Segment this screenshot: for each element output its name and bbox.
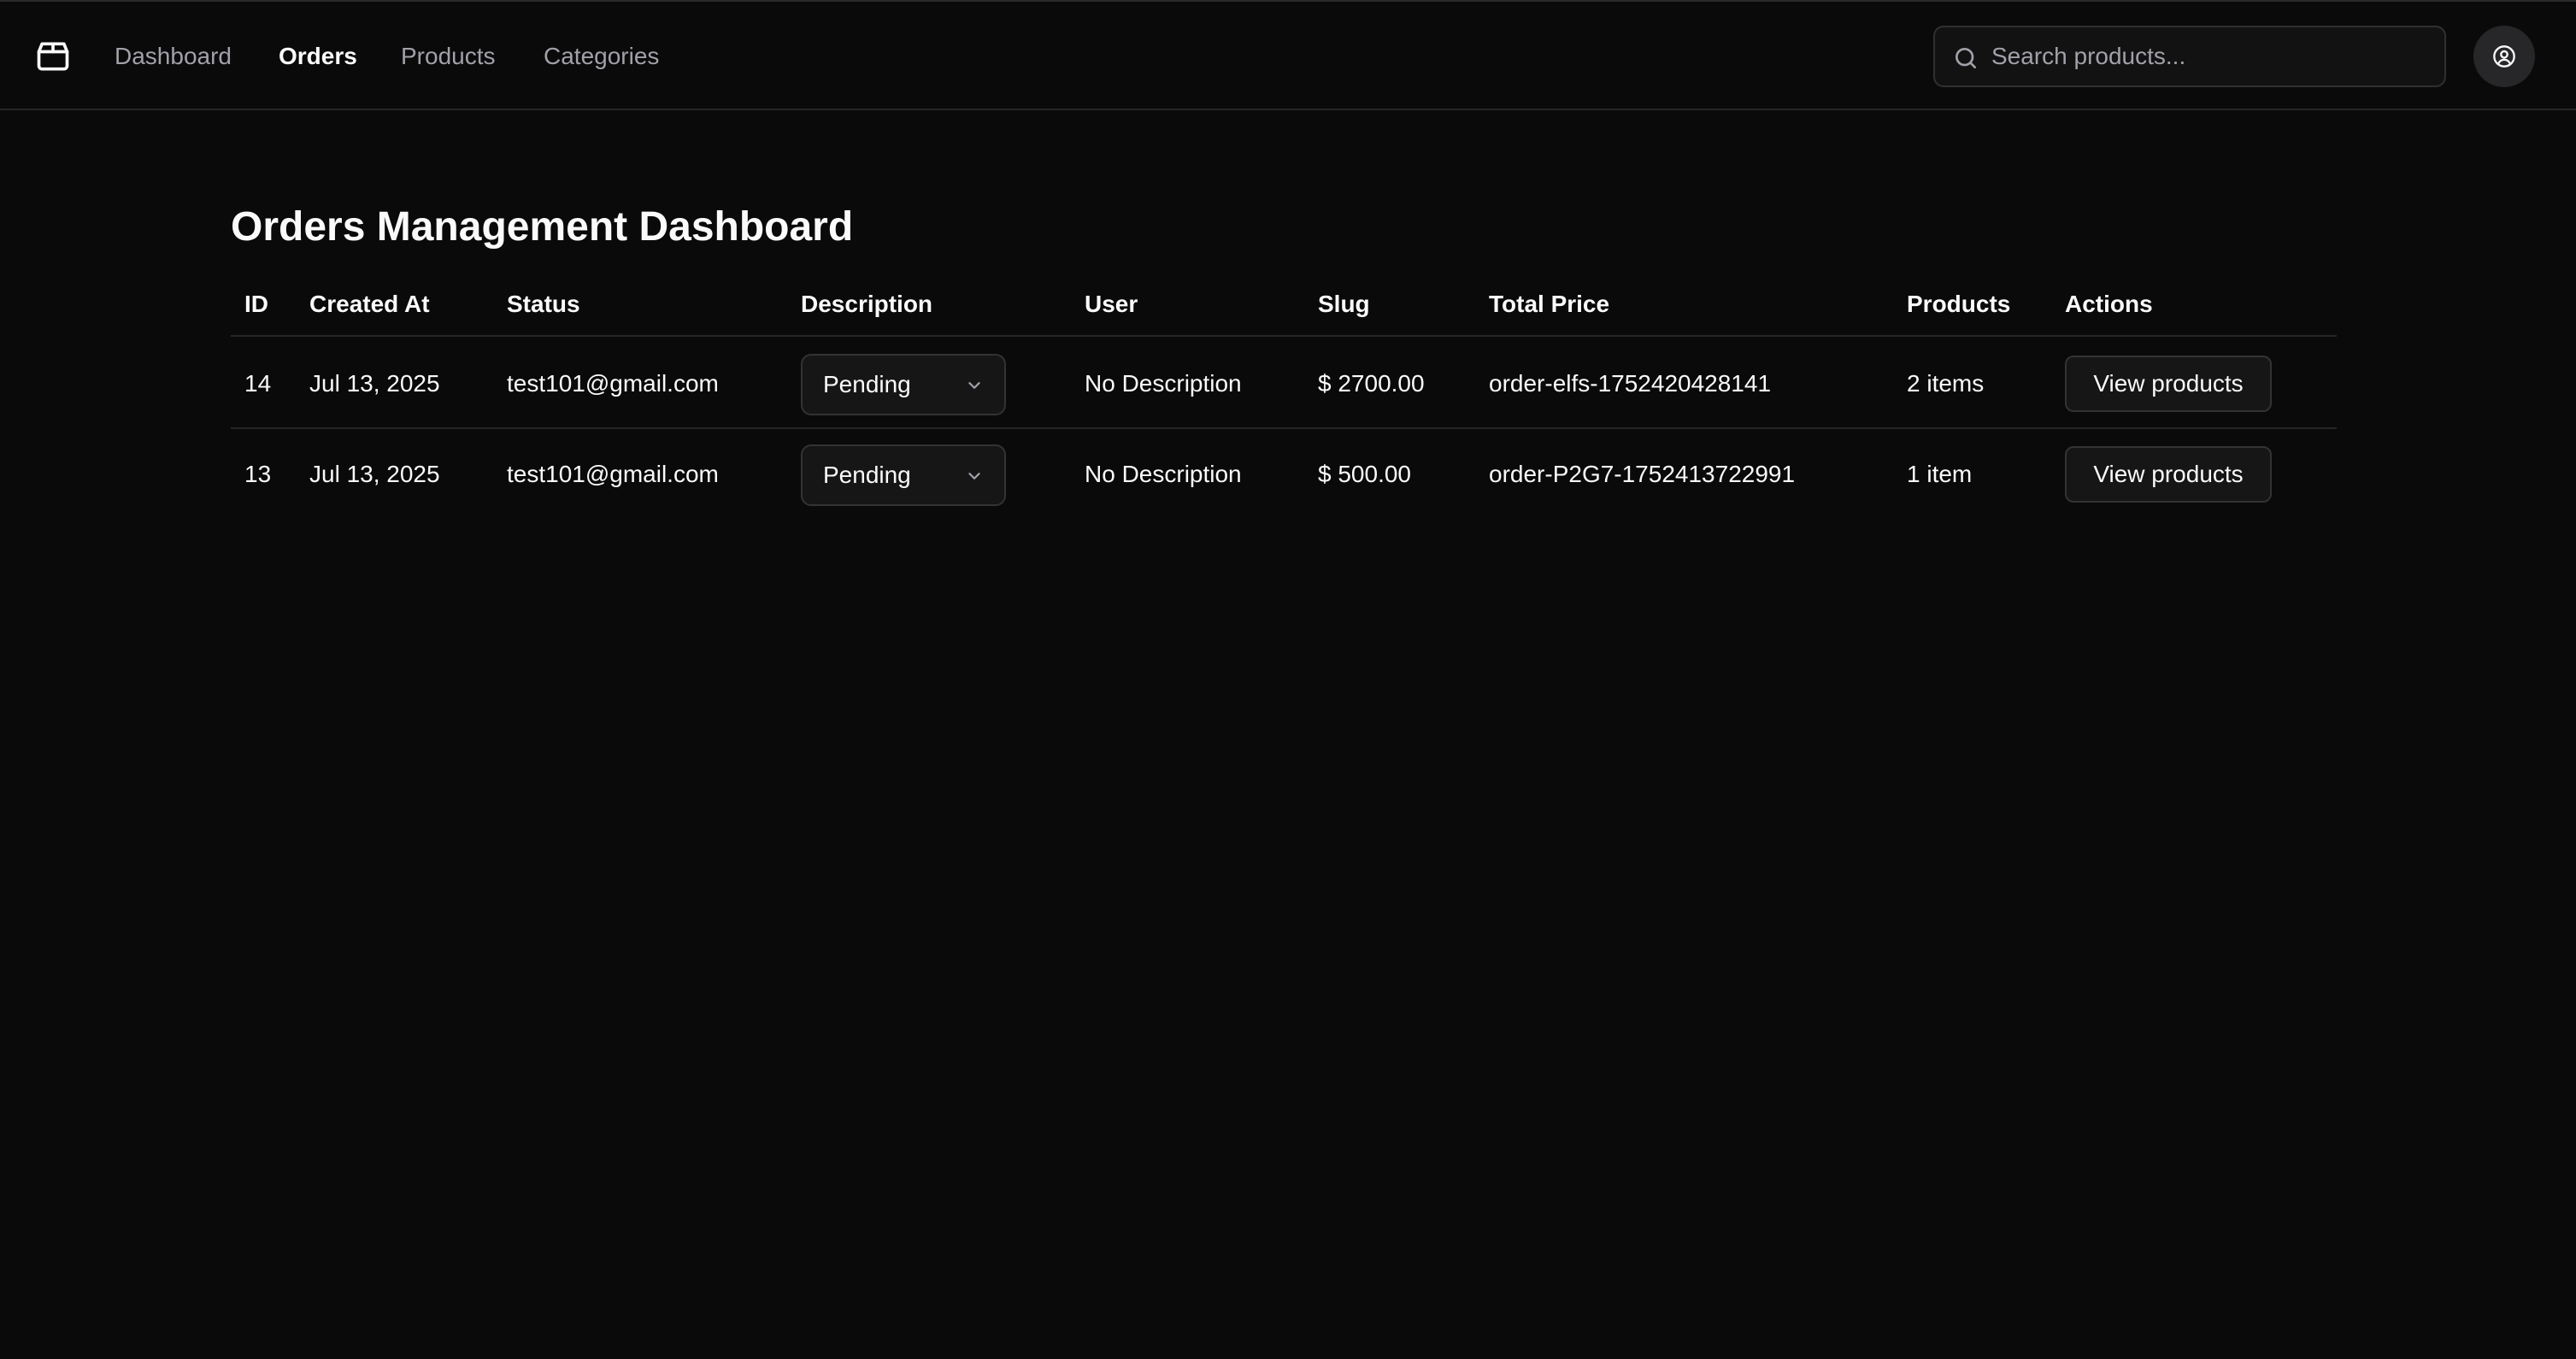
- column-header-user: User: [1085, 291, 1138, 317]
- cell-email: test101@gmail.com: [507, 370, 719, 397]
- page-title: Orders Management Dashboard: [231, 204, 854, 250]
- table-row: 14 Jul 13, 2025 test101@gmail.com Pendin…: [231, 338, 2337, 429]
- nav-dashboard[interactable]: Dashboard: [115, 39, 232, 74]
- table-header-row: ID Created At Status Description User Sl…: [231, 272, 2337, 337]
- status-select-value: Pending: [823, 462, 911, 488]
- search-icon: [1956, 48, 1976, 68]
- user-circle-icon: [2493, 45, 2515, 68]
- view-products-button[interactable]: View products: [2065, 446, 2272, 503]
- column-header-id: ID: [244, 291, 268, 317]
- cell-description: No Description: [1085, 370, 1242, 397]
- top-navbar: Dashboard Orders Products Categories: [0, 2, 2576, 110]
- chevron-down-icon: [968, 382, 980, 389]
- column-header-products: Products: [1907, 291, 2011, 317]
- cell-slug: order-elfs-1752420428141: [1489, 370, 1772, 397]
- cell-description: No Description: [1085, 461, 1242, 487]
- nav-orders[interactable]: Orders: [279, 39, 357, 74]
- column-header-created-at: Created At: [309, 291, 430, 317]
- table-row: 13 Jul 13, 2025 test101@gmail.com Pendin…: [231, 429, 2337, 520]
- column-header-status: Status: [507, 291, 580, 317]
- view-products-button[interactable]: View products: [2065, 356, 2272, 412]
- column-header-total-price: Total Price: [1489, 291, 1610, 317]
- cell-products-count: 2 items: [1907, 370, 1985, 397]
- cell-email: test101@gmail.com: [507, 461, 719, 487]
- user-menu-button[interactable]: [2473, 26, 2535, 87]
- cell-slug: order-P2G7-1752413722991: [1489, 461, 1796, 487]
- cell-products-count: 1 item: [1907, 461, 1973, 487]
- column-header-description: Description: [801, 291, 933, 317]
- status-select-value: Pending: [823, 371, 911, 397]
- status-select[interactable]: Pending: [801, 354, 1006, 415]
- column-header-actions: Actions: [2065, 291, 2153, 317]
- nav-categories[interactable]: Categories: [544, 39, 659, 74]
- package-icon[interactable]: [34, 38, 72, 75]
- search-input[interactable]: [1990, 27, 2434, 85]
- cell-created-at: Jul 13, 2025: [309, 370, 440, 397]
- cell-price: $ 2700.00: [1318, 370, 1425, 397]
- column-header-slug: Slug: [1318, 291, 1370, 317]
- cell-id: 13: [244, 461, 272, 487]
- search-box[interactable]: [1933, 26, 2446, 87]
- chevron-down-icon: [968, 473, 980, 479]
- cell-price: $ 500.00: [1318, 461, 1411, 487]
- cell-id: 14: [244, 370, 272, 397]
- status-select[interactable]: Pending: [801, 444, 1006, 506]
- nav-products[interactable]: Products: [401, 39, 496, 74]
- cell-created-at: Jul 13, 2025: [309, 461, 440, 487]
